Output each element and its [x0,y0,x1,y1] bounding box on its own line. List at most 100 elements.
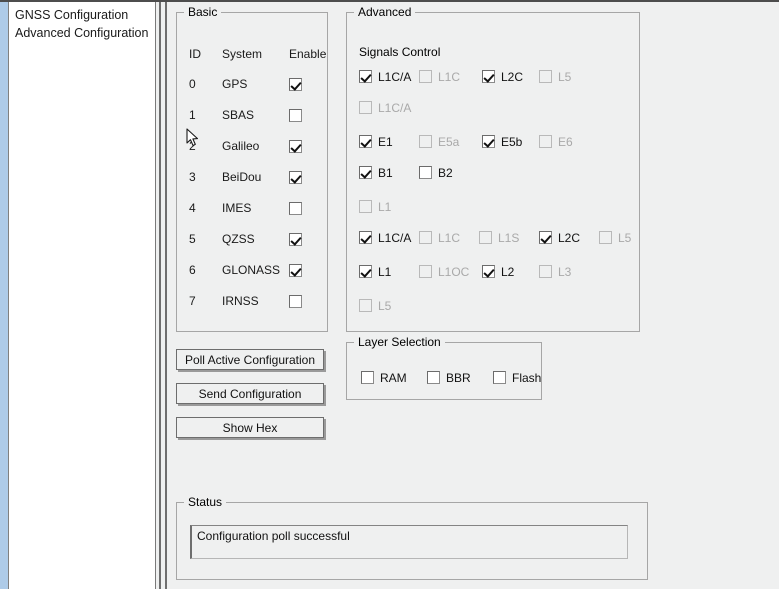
cell-system: Galileo [222,139,260,153]
checkbox-icon [539,265,552,279]
signal-checkbox-e5b[interactable]: E5b [482,134,522,149]
checkbox-icon [539,135,552,149]
checkbox-label: L2 [501,264,515,279]
signal-checkbox-l1ca: L1C/A [359,100,411,115]
cell-enable [289,77,309,92]
signals-control-label: Signals Control [359,45,441,59]
panel-splitter[interactable] [158,2,168,589]
checkbox-icon[interactable] [419,166,432,180]
checkbox-label: Flash [512,370,542,385]
checkbox-label: L3 [558,264,572,279]
checkbox-icon[interactable] [361,371,374,385]
signal-row: B1 B2 [347,165,641,187]
enable-checkbox-gps[interactable] [289,78,302,92]
checkbox-label: L1C/A [378,230,412,245]
checkbox-icon[interactable] [539,231,552,245]
cell-system: GLONASS [222,263,281,277]
signal-checkbox-l5: L5 [359,298,391,313]
checkbox-icon [359,200,372,214]
main-panel: Basic ID System Enable 0 GPS 1 SBAS 2 Galileo 3 Be… [168,2,779,589]
poll-active-configuration-button[interactable]: Poll Active Configuration [176,349,324,370]
splitter-bar-left [159,2,161,589]
checkbox-icon [359,299,372,313]
signal-checkbox-l1[interactable]: L1 [359,264,391,279]
application-window: GNSS Configuration Advanced Configuratio… [0,0,779,589]
advanced-group-legend: Advanced [354,5,416,19]
enable-checkbox-glonass[interactable] [289,264,302,278]
signal-checkbox-l2c[interactable]: L2C [539,230,580,245]
enable-checkbox-galileo[interactable] [289,140,302,154]
sidebar-item-gnss-configuration[interactable]: GNSS Configuration [15,6,155,24]
checkbox-icon[interactable] [427,371,440,385]
cell-system: QZSS [222,232,255,246]
column-header-system: System [222,47,263,61]
signal-checkbox-l2[interactable]: L2 [482,264,514,279]
checkbox-icon [479,231,492,245]
enable-checkbox-sbas[interactable] [289,109,302,123]
cell-enable [289,170,309,185]
signal-checkbox-b1[interactable]: B1 [359,165,393,180]
checkbox-icon [419,231,432,245]
table-row: 3 BeiDou [177,170,329,192]
signal-checkbox-e1[interactable]: E1 [359,134,393,149]
checkbox-icon[interactable] [482,135,495,149]
checkbox-label: L2C [501,69,524,84]
status-message-field[interactable]: Configuration poll successful [190,525,628,559]
column-header-enable: Enable [289,47,327,61]
table-row: 1 SBAS [177,108,329,130]
send-configuration-button[interactable]: Send Configuration [176,383,324,404]
checkbox-icon[interactable] [359,135,372,149]
table-row: 4 IMES [177,201,329,223]
signal-checkbox-l2c[interactable]: L2C [482,69,523,84]
checkbox-label: RAM [380,370,407,385]
layer-checkbox-flash[interactable]: Flash [493,370,541,385]
enable-checkbox-beidou[interactable] [289,171,302,185]
checkbox-icon[interactable] [359,231,372,245]
signal-checkbox-l1: L1 [359,199,391,214]
window-accent-edge [0,2,8,589]
checkbox-icon[interactable] [482,265,495,279]
checkbox-label: L1C/A [378,100,412,115]
signal-row: L1 L1OC L2 L3 [347,264,641,286]
table-row: 0 GPS [177,77,329,99]
checkbox-icon[interactable] [482,70,495,84]
signal-checkbox-l1ca[interactable]: L1C/A [359,69,411,84]
table-row: 7 IRNSS [177,294,329,316]
cell-id: 1 [189,108,196,122]
sidebar-item-advanced-configuration[interactable]: Advanced Configuration [15,24,155,42]
layer-checkbox-ram[interactable]: RAM [361,370,407,385]
signal-checkbox-l1s: L1S [479,230,519,245]
signal-row: L1C/A L1C L2C L5 [347,69,641,91]
basic-group: Basic ID System Enable 0 GPS 1 SBAS 2 Galileo 3 Be… [176,5,329,332]
show-hex-button[interactable]: Show Hex [176,417,324,438]
checkbox-label: L1 [378,199,392,214]
checkbox-label: E5a [438,134,460,149]
checkbox-icon[interactable] [493,371,506,385]
enable-checkbox-imes[interactable] [289,202,302,216]
signal-checkbox-l5: L5 [599,230,631,245]
cell-id: 5 [189,232,196,246]
signal-row: E1 E5a E5b E6 [347,134,641,156]
signal-checkbox-l1ca[interactable]: L1C/A [359,230,411,245]
signal-row: L1 [347,199,641,221]
signal-checkbox-b2[interactable]: B2 [419,165,453,180]
enable-checkbox-qzss[interactable] [289,233,302,247]
checkbox-icon [419,135,432,149]
checkbox-label: L1C [438,230,461,245]
checkbox-label: L1C/A [378,69,412,84]
splitter-bar-right [165,2,167,589]
checkbox-label: L5 [618,230,632,245]
checkbox-icon[interactable] [359,166,372,180]
checkbox-icon[interactable] [359,70,372,84]
enable-checkbox-irnss[interactable] [289,295,302,309]
layer-checkbox-bbr[interactable]: BBR [427,370,471,385]
checkbox-label: E1 [378,134,393,149]
checkbox-label: L5 [558,69,572,84]
cell-enable [289,232,309,247]
cell-id: 6 [189,263,196,277]
cell-system: BeiDou [222,170,262,184]
checkbox-icon[interactable] [359,265,372,279]
signal-row: L5 [347,298,641,320]
basic-group-legend: Basic [184,5,222,19]
cell-system: SBAS [222,108,255,122]
